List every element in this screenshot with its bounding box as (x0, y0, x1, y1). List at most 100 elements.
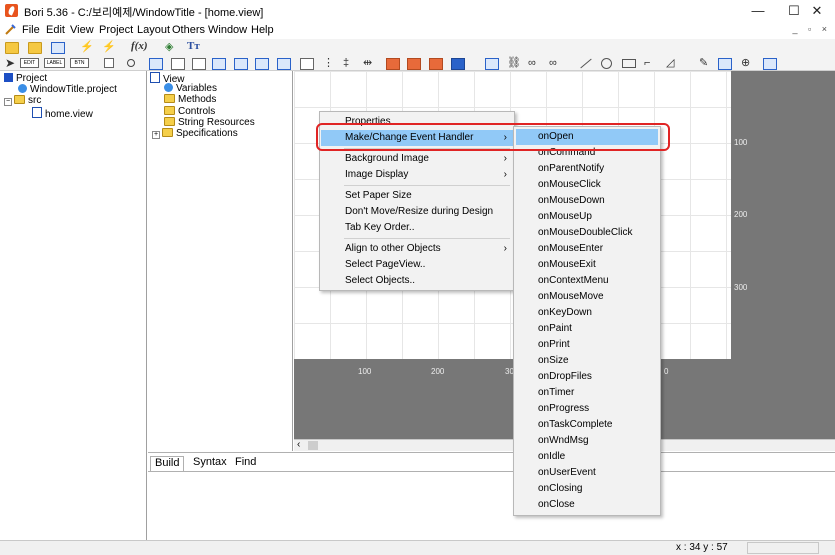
menu-others[interactable]: Others (172, 24, 205, 36)
rectangle-tool-icon[interactable] (622, 59, 636, 68)
menu-edit[interactable]: Edit (46, 24, 65, 36)
tree-control-icon[interactable] (277, 58, 291, 70)
polygon-tool-icon[interactable]: ◿ (666, 57, 674, 69)
tree-item-src-folder[interactable]: − src (4, 95, 41, 106)
open-folder-icon[interactable] (28, 42, 42, 54)
table-control-icon[interactable] (386, 58, 400, 70)
function-icon[interactable]: f(x) (131, 40, 148, 52)
scroll-left-icon[interactable]: ‹ (297, 439, 300, 450)
submenu-item-onmouseenter[interactable]: onMouseEnter (516, 241, 658, 257)
zoom-in-icon[interactable]: ⊕ (741, 57, 750, 69)
listbox-control-icon[interactable] (171, 58, 185, 70)
radio-control-icon[interactable] (127, 59, 135, 67)
tab-find[interactable]: Find (231, 456, 260, 471)
submenu-item-onprogress[interactable]: onProgress (516, 401, 658, 417)
eyedropper-icon[interactable]: ✎ (699, 57, 708, 69)
submenu-item-ontimer[interactable]: onTimer (516, 385, 658, 401)
tree-item-project-file[interactable]: WindowTitle.project (18, 84, 117, 95)
tab-build[interactable]: Build (150, 456, 185, 471)
label-control-icon[interactable]: LABEL (44, 58, 65, 68)
font-text-icon[interactable]: Tт (187, 40, 200, 52)
tab-control-icon[interactable] (255, 58, 269, 70)
menu-file[interactable]: File (22, 24, 40, 36)
submenu-item-ondropfiles[interactable]: onDropFiles (516, 369, 658, 385)
lightning-build-icon[interactable]: ⚡ (80, 41, 94, 53)
submenu-item-ontaskcomplete[interactable]: onTaskComplete (516, 417, 658, 433)
tree-item-methods[interactable]: Methods (164, 94, 216, 105)
link-icon[interactable]: ⛓ (507, 57, 521, 69)
ctx-set-paper-size[interactable]: Set Paper Size (321, 188, 513, 204)
submenu-item-onpaint[interactable]: onPaint (516, 321, 658, 337)
line-tool-icon[interactable] (580, 58, 592, 69)
submenu-item-onmouseup[interactable]: onMouseUp (516, 209, 658, 225)
submenu-item-onmousemove[interactable]: onMouseMove (516, 289, 658, 305)
zoom-tool-icon[interactable] (718, 58, 732, 70)
pointer-icon[interactable]: ➤ (5, 57, 15, 69)
spin-icon[interactable]: ‡ (343, 57, 349, 69)
new-project-icon[interactable] (5, 42, 19, 54)
vertical-slider-icon[interactable]: ⋮ (323, 57, 334, 69)
tree-item-specifications[interactable]: + Specifications (152, 128, 238, 139)
statusbar-control-icon[interactable] (485, 58, 499, 70)
panel-control-icon[interactable] (234, 58, 248, 70)
unlink-icon[interactable]: ∞ (549, 57, 557, 69)
ctx-tab-key-order[interactable]: Tab Key Order.. (321, 220, 513, 236)
table-column-icon[interactable] (429, 58, 443, 70)
tree-item-project-root[interactable]: Project (4, 73, 47, 84)
groupbox-control-icon[interactable] (149, 58, 163, 70)
tree-item-home-view[interactable]: home.view (32, 107, 93, 120)
menu-layout[interactable]: Layout (137, 24, 170, 36)
debug-run-icon[interactable]: ⚡ (102, 41, 116, 53)
horizontal-slider-icon[interactable]: ⇹ (363, 57, 372, 69)
submenu-item-onmouseclick[interactable]: onMouseClick (516, 177, 658, 193)
expand-icon[interactable]: + (152, 131, 160, 139)
collapse-icon[interactable]: − (4, 98, 12, 106)
checkbox-control-icon[interactable] (104, 58, 114, 68)
ctx-select-pageview[interactable]: Select PageView.. (321, 257, 513, 273)
tree-item-controls[interactable]: Controls (164, 106, 215, 117)
ruler-h-100: 100 (358, 367, 372, 376)
submenu-item-onwndmsg[interactable]: onWndMsg (516, 433, 658, 449)
submenu-item-onsize[interactable]: onSize (516, 353, 658, 369)
minimize-button[interactable]: — (740, 0, 776, 21)
grid-control-icon[interactable] (300, 58, 314, 70)
tree-item-variables[interactable]: Variables (164, 83, 217, 94)
ctx-image-display[interactable]: Image Display › (321, 167, 513, 183)
submenu-item-onmousedoubleclick[interactable]: onMouseDoubleClick (516, 225, 658, 241)
button-control-icon[interactable]: BTN (70, 58, 89, 68)
submenu-item-onprint[interactable]: onPrint (516, 337, 658, 353)
ellipse-tool-icon[interactable] (601, 58, 612, 69)
menu-window[interactable]: Window (208, 24, 247, 36)
submenu-item-onparentnotify[interactable]: onParentNotify (516, 161, 658, 177)
menu-view[interactable]: View (70, 24, 94, 36)
image-control-icon[interactable] (212, 58, 226, 70)
submenu-item-oncontextmenu[interactable]: onContextMenu (516, 273, 658, 289)
ctx-select-objects[interactable]: Select Objects.. (321, 273, 513, 289)
zoom-out-icon[interactable] (763, 58, 777, 70)
submenu-item-onmouseexit[interactable]: onMouseExit (516, 257, 658, 273)
ctx-align-to-other-objects[interactable]: Align to other Objects › (321, 241, 513, 257)
save-icon[interactable] (51, 42, 65, 54)
combobox-control-icon[interactable] (192, 58, 206, 70)
scrollbar-thumb[interactable] (308, 441, 318, 450)
polyline-tool-icon[interactable]: ⌐ (644, 57, 650, 69)
ctx-background-image[interactable]: Background Image › (321, 151, 513, 167)
ctx-dont-move-resize[interactable]: Don't Move/Resize during Design (321, 204, 513, 220)
menu-project[interactable]: Project (99, 24, 133, 36)
menu-help[interactable]: Help (251, 24, 274, 36)
edit-control-icon[interactable]: EDIT (20, 58, 39, 68)
link-alt-icon[interactable]: ∞ (528, 57, 536, 69)
submenu-item-onidle[interactable]: onIdle (516, 449, 658, 465)
submenu-item-onkeydown[interactable]: onKeyDown (516, 305, 658, 321)
progress-control-icon[interactable] (451, 58, 465, 70)
submenu-item-onuserevent[interactable]: onUserEvent (516, 465, 658, 481)
submenu-item-onclose[interactable]: onClose (516, 497, 658, 513)
tab-syntax[interactable]: Syntax (189, 456, 231, 471)
brush-icon[interactable]: ◈ (165, 41, 173, 53)
mdi-window-controls[interactable]: _ ▫ × (793, 24, 831, 34)
close-button[interactable]: ✕ (799, 0, 835, 21)
table-header-icon[interactable] (407, 58, 421, 70)
submenu-item-onclosing[interactable]: onClosing (516, 481, 658, 497)
tree-item-string-resources[interactable]: String Resources (164, 117, 255, 128)
submenu-item-onmousedown[interactable]: onMouseDown (516, 193, 658, 209)
